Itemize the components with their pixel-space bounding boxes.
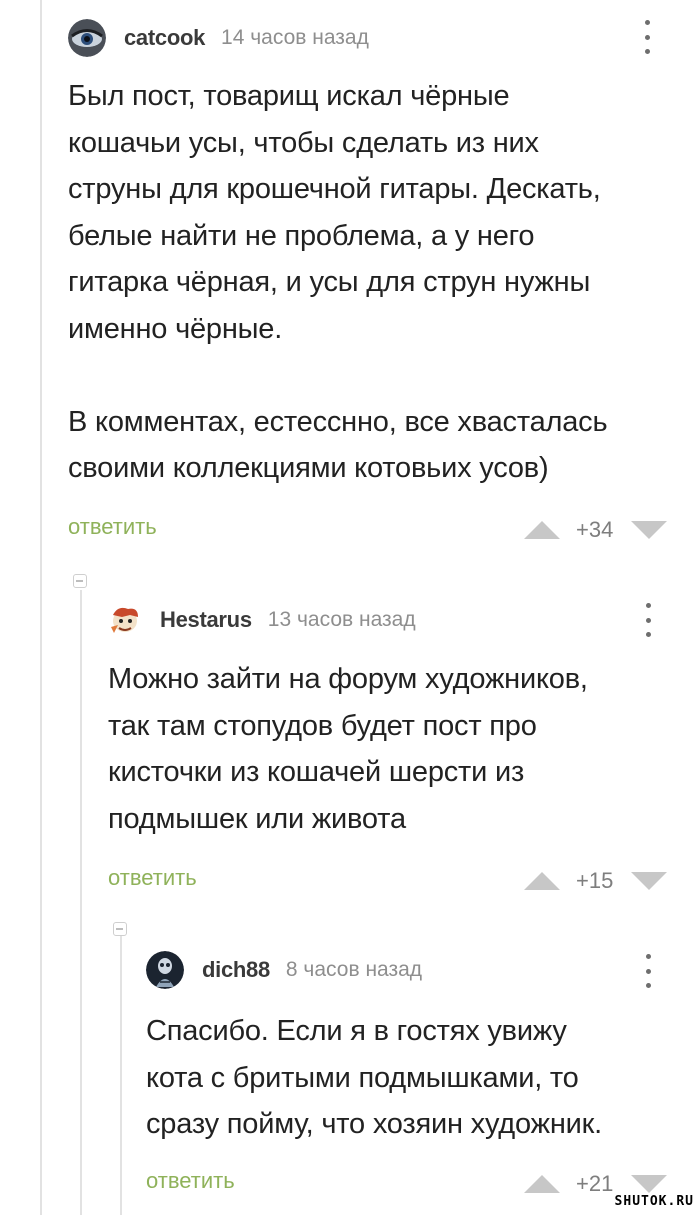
downvote-icon[interactable]	[631, 1175, 668, 1193]
reply-button[interactable]: ответить	[68, 514, 157, 540]
cartoon-avatar[interactable]	[108, 603, 142, 637]
upvote-icon[interactable]	[524, 872, 560, 890]
vote-controls: +15	[524, 868, 668, 894]
username[interactable]: dich88	[202, 957, 270, 983]
reply-button[interactable]: ответить	[146, 1168, 235, 1194]
timestamp[interactable]: 13 часов назад	[268, 608, 416, 632]
username[interactable]: catcook	[124, 25, 205, 51]
comment-header: dich88 8 часов назад	[146, 950, 422, 990]
rating-score: +21	[576, 1171, 614, 1196]
comment-text: Можно зайти на форум художников, так там…	[108, 663, 588, 835]
watermark: SHUTOK.RU	[614, 1194, 694, 1209]
thread-line-level-2	[120, 930, 122, 1215]
thread-line-level-1	[80, 590, 82, 1215]
more-options-icon[interactable]	[644, 954, 652, 988]
rating-score: +15	[576, 868, 614, 893]
reply-button[interactable]: ответить	[108, 865, 197, 891]
vote-controls: +34	[524, 517, 668, 543]
collapse-thread-button[interactable]	[113, 922, 127, 936]
downvote-icon[interactable]	[631, 521, 668, 539]
rating-score: +34	[576, 517, 614, 542]
comment-header: Hestarus 13 часов назад	[108, 600, 416, 640]
timestamp[interactable]: 14 часов назад	[221, 26, 369, 50]
comment-header: catcook 14 часов назад	[68, 18, 369, 58]
eye-avatar[interactable]	[68, 19, 106, 57]
comment-text: Был пост, товарищ искал чёрные кошачьи у…	[68, 80, 608, 484]
comment-text: Спасибо. Если я в гостях увижу кота с бр…	[146, 1015, 602, 1140]
thread-line-level-0	[40, 0, 42, 1215]
downvote-icon[interactable]	[631, 872, 668, 890]
collapse-thread-button[interactable]	[73, 574, 87, 588]
timestamp[interactable]: 8 часов назад	[286, 958, 422, 982]
more-options-icon[interactable]	[643, 20, 651, 54]
skeleton-avatar[interactable]	[146, 951, 184, 989]
upvote-icon[interactable]	[524, 1175, 560, 1193]
username[interactable]: Hestarus	[160, 607, 252, 633]
more-options-icon[interactable]	[644, 603, 652, 637]
upvote-icon[interactable]	[524, 521, 560, 539]
